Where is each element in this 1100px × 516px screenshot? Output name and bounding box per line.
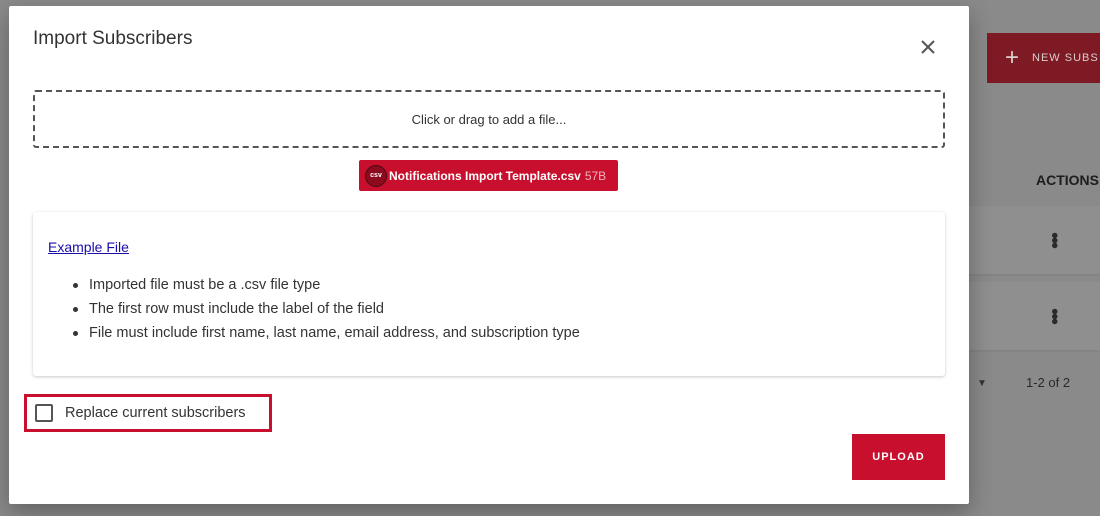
replace-subscribers-option[interactable]: Replace current subscribers xyxy=(24,394,272,432)
pagination-range: 1-2 of 2 xyxy=(1026,375,1071,390)
import-subscribers-dialog: Import Subscribers Click or drag to add … xyxy=(9,6,969,504)
list-item: The first row must include the label of … xyxy=(73,297,580,321)
template-file-name: Notifications Import Template.csv xyxy=(389,168,581,183)
replace-subscribers-label: Replace current subscribers xyxy=(65,405,246,421)
close-icon xyxy=(921,40,935,54)
template-file-size: 57B xyxy=(584,168,607,183)
list-item: File must include first name, last name,… xyxy=(73,321,580,345)
rows-per-page-dropdown-icon[interactable]: ▼ xyxy=(977,378,987,389)
upload-button[interactable]: UPLOAD xyxy=(852,434,945,480)
kebab-icon[interactable]: ••• xyxy=(1043,308,1065,323)
csv-file-icon: csv xyxy=(365,164,387,187)
example-file-link[interactable]: Example File xyxy=(48,239,129,255)
list-item: Imported file must be a .csv file type xyxy=(73,273,580,297)
plus-icon: + xyxy=(1005,44,1021,71)
new-subscriber-button[interactable]: + NEW SUBS xyxy=(987,33,1100,83)
template-file-chip[interactable]: csv Notifications Import Template.csv 57… xyxy=(359,160,618,191)
table-row: ••• xyxy=(969,282,1100,352)
dialog-title: Import Subscribers xyxy=(33,28,193,49)
table-row: ••• xyxy=(969,206,1100,276)
new-subscriber-label: NEW SUBS xyxy=(1032,52,1099,64)
import-instructions-card: Example File Imported file must be a .cs… xyxy=(33,212,945,376)
file-dropzone[interactable]: Click or drag to add a file... xyxy=(33,90,945,148)
dropzone-text: Click or drag to add a file... xyxy=(411,111,567,127)
actions-column-header: ACTIONS xyxy=(1036,172,1099,188)
import-rules-list: Imported file must be a .csv file type T… xyxy=(73,273,580,345)
close-button[interactable] xyxy=(915,34,941,60)
kebab-icon[interactable]: ••• xyxy=(1043,232,1065,247)
replace-subscribers-checkbox[interactable] xyxy=(35,404,53,422)
